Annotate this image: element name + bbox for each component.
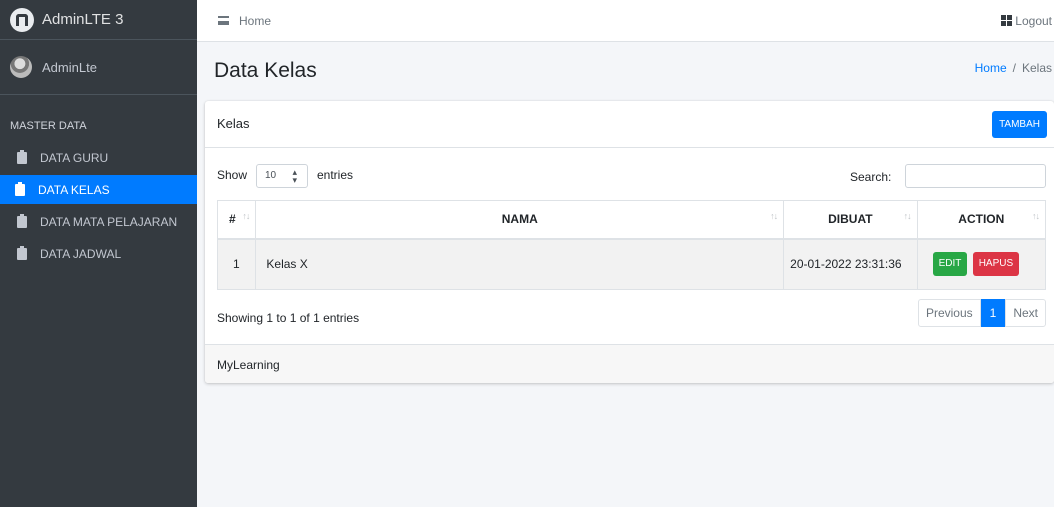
- table-row: 1 Kelas X 20-01-2022 23:31:36 EDIT HAPUS: [216, 238, 1047, 290]
- sidebar-item-data-jadwal[interactable]: DATA JADWAL: [2, 239, 195, 268]
- sidebar-item-label: DATA MATA PELAJARAN: [40, 214, 178, 229]
- datatable-controls: Show 10 ▴ ▾ entries Search:: [205, 148, 1054, 200]
- avatar: [10, 56, 32, 78]
- clipboard-icon: [17, 149, 27, 164]
- grid-icon: [1001, 15, 1013, 26]
- entries-select[interactable]: 10 ▴ ▾: [256, 164, 308, 188]
- nav-header-master-data: MASTER DATA: [10, 120, 87, 132]
- breadcrumb: Home / Kelas: [975, 61, 1052, 75]
- brand-link[interactable]: AdminLTE 3: [0, 0, 197, 40]
- column-header-label: #: [229, 212, 236, 227]
- nav-home-link[interactable]: Home: [239, 14, 271, 28]
- column-header-dibuat[interactable]: DIBUAT ↑↓: [783, 200, 918, 240]
- entries-label: entries: [317, 168, 354, 182]
- user-panel[interactable]: AdminLte: [0, 40, 197, 95]
- column-header-label: DIBUAT: [828, 212, 873, 227]
- page-title: Data Kelas: [214, 59, 317, 82]
- hapus-button[interactable]: HAPUS: [972, 252, 1020, 277]
- column-header-label: NAMA: [501, 212, 538, 227]
- kelas-card: Kelas TAMBAH Show 10 ▴ ▾ entries Search: …: [205, 101, 1054, 383]
- sidebar: AdminLTE 3 AdminLte MASTER DATA DATA GUR…: [0, 0, 197, 507]
- column-header-no[interactable]: # ↑↓: [216, 200, 257, 240]
- sort-icon: ↑↓: [242, 211, 250, 221]
- top-navbar: Home Logout: [197, 0, 1054, 42]
- clipboard-icon: [17, 213, 27, 228]
- sidebar-item-data-mata-pelajaran[interactable]: DATA MATA PELAJARAN: [2, 207, 195, 236]
- kelas-table: # ↑↓ NAMA ↑↓ DIBUAT ↑↓ ACTION ↑↓ 1 Kelas…: [216, 200, 1047, 290]
- card-title: Kelas: [217, 116, 250, 131]
- sidebar-item-data-kelas[interactable]: DATA KELAS: [0, 175, 197, 204]
- show-label: Show: [217, 168, 248, 182]
- tambah-button[interactable]: TAMBAH: [992, 111, 1047, 138]
- entries-select-value: 10: [265, 170, 277, 181]
- sort-icon: ↑↓: [1032, 211, 1040, 221]
- logout-label: Logout: [1015, 13, 1052, 28]
- sidebar-item-data-guru[interactable]: DATA GURU: [2, 143, 195, 172]
- card-header: Kelas TAMBAH: [205, 101, 1054, 148]
- sidebar-item-label: DATA GURU: [40, 150, 109, 165]
- cell-nama: Kelas X: [255, 238, 785, 290]
- pagination-previous[interactable]: Previous: [917, 299, 981, 327]
- edit-button[interactable]: EDIT: [932, 252, 968, 277]
- sidebar-item-label: DATA JADWAL: [40, 246, 122, 261]
- clipboard-icon: [17, 245, 27, 260]
- hamburger-menu-icon[interactable]: [218, 16, 229, 25]
- column-header-action[interactable]: ACTION ↑↓: [916, 200, 1047, 240]
- breadcrumb-current: Kelas: [1021, 61, 1052, 75]
- content-header: Data Kelas Home / Kelas: [197, 42, 1054, 100]
- cell-dibuat: 20-01-2022 23:31:36: [783, 238, 918, 290]
- clipboard-icon: [15, 181, 25, 196]
- user-name[interactable]: AdminLte: [42, 60, 97, 75]
- sort-icon: ↑↓: [903, 211, 912, 221]
- pagination: Previous 1 Next: [917, 299, 1046, 327]
- search-label: Search:: [850, 170, 892, 184]
- table-header-row: # ↑↓ NAMA ↑↓ DIBUAT ↑↓ ACTION ↑↓: [216, 200, 1047, 240]
- footer-text: MyLearning: [217, 358, 280, 372]
- card-footer: MyLearning: [205, 344, 1054, 383]
- breadcrumb-separator: /: [1012, 61, 1016, 75]
- select-caret-icon: ▴ ▾: [292, 167, 297, 185]
- sort-icon: ↑↓: [770, 211, 778, 221]
- adminlte-logo-icon: [10, 7, 34, 32]
- brand-title: AdminLTE 3: [42, 11, 124, 28]
- column-header-nama[interactable]: NAMA ↑↓: [255, 200, 785, 240]
- search-input[interactable]: [905, 164, 1046, 188]
- logout-link[interactable]: Logout: [1001, 14, 1052, 28]
- pagination-next[interactable]: Next: [1005, 299, 1046, 327]
- pagination-page-1[interactable]: 1: [980, 299, 1006, 327]
- cell-no: 1: [216, 238, 257, 290]
- datatable-info: Showing 1 to 1 of 1 entries: [217, 311, 360, 325]
- cell-action: EDIT HAPUS: [916, 238, 1047, 290]
- column-header-label: ACTION: [958, 212, 1005, 227]
- breadcrumb-home-link[interactable]: Home: [975, 61, 1007, 75]
- sidebar-item-label: DATA KELAS: [38, 182, 110, 197]
